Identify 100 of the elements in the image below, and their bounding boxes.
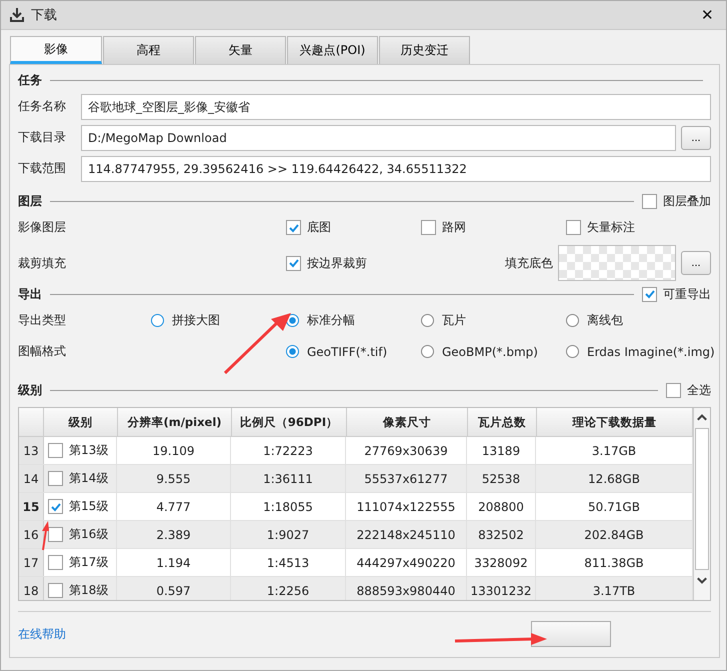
table-cell: 0.597 [117, 577, 231, 600]
checkbox[interactable] [48, 555, 63, 570]
field-label: 下载目录 [18, 129, 67, 146]
checkbox-label: 全选 [687, 382, 711, 398]
checkbox-label: 矢量标注 [587, 219, 635, 236]
radio-button[interactable] [421, 345, 434, 358]
row-header: 18 [19, 577, 44, 600]
checkbox-label: 可重导出 [663, 286, 711, 302]
table-cell: 3328092 [467, 549, 536, 576]
action-button[interactable] [531, 621, 611, 647]
radio-label: 拼接大图 [172, 312, 220, 329]
scrollbar-thumb[interactable] [695, 428, 709, 570]
field-label: 图幅格式 [18, 343, 67, 360]
table-cell: 55537x61277 [346, 465, 467, 492]
table-cell: 1:18055 [231, 493, 346, 520]
column-header[interactable]: 分辨率(m/pixel) [118, 408, 232, 436]
table-cell: 第16级 [69, 526, 108, 543]
row-header: 16 [19, 521, 44, 548]
row-header: 17 [19, 549, 44, 576]
table-cell: 1:9027 [231, 521, 346, 548]
checkbox[interactable] [48, 527, 63, 542]
checkbox[interactable] [286, 220, 301, 235]
help-link[interactable]: 在线帮助 [18, 626, 66, 642]
browse-button[interactable]: ... [681, 251, 711, 275]
checkbox[interactable] [421, 220, 436, 235]
input-field[interactable]: 谷歌地球_空图层_影像_安徽省 [81, 94, 711, 120]
window-title: 下载 [31, 7, 57, 24]
table-cell: 19.109 [117, 437, 231, 464]
table-cell: 1:4513 [231, 549, 346, 576]
row-header: 13 [19, 437, 44, 464]
field-label: 任务名称 [18, 98, 67, 115]
annotation-arrow [41, 521, 49, 551]
radio-label: GeoTIFF(*.tif) [307, 344, 388, 358]
column-header[interactable]: 瓦片总数 [468, 408, 537, 436]
table-cell: 222148x245110 [346, 521, 467, 548]
tab[interactable]: 影像 [10, 36, 102, 64]
checkbox[interactable] [48, 443, 63, 458]
checkbox-label: 底图 [307, 219, 331, 236]
field-label: 影像图层 [18, 219, 67, 236]
table-cell: 9.555 [117, 465, 231, 492]
table-cell: 1.194 [117, 549, 231, 576]
radio-button[interactable] [286, 345, 299, 358]
section-heading: 导出 [18, 286, 42, 302]
table-cell: 27769x30639 [346, 437, 467, 464]
field-label: 下载范围 [18, 160, 67, 177]
close-button[interactable]: ✕ [697, 6, 718, 24]
table-cell: 1:72223 [231, 437, 346, 464]
scrollbar[interactable] [693, 408, 710, 600]
input-field[interactable]: D:/MegoMap Download [81, 124, 676, 150]
table-cell: 444297x490220 [346, 549, 467, 576]
table-cell: 13189 [467, 437, 536, 464]
checkbox[interactable] [48, 499, 63, 514]
checkbox[interactable] [642, 286, 657, 302]
table-cell: 208800 [467, 493, 536, 520]
input-field[interactable]: 114.87747955, 29.39562416 >> 119.64426422, 34.65511322 [81, 156, 711, 182]
checkbox[interactable] [48, 471, 63, 486]
radio-label: GeoBMP(*.bmp) [442, 344, 538, 358]
field-label: 填充底色 [505, 254, 553, 272]
download-icon [9, 7, 25, 23]
row-header: 15 [19, 493, 44, 520]
row-header: 14 [19, 465, 44, 492]
checkbox-label: 路网 [442, 219, 466, 236]
table-cell: 13301232 [467, 577, 536, 600]
table-cell: 第13级 [69, 442, 108, 459]
radio-label: 离线包 [587, 312, 623, 329]
table-cell: 第14级 [69, 470, 108, 487]
table-cell: 1:2256 [231, 577, 346, 600]
radio-label: 标准分幅 [307, 312, 355, 329]
table-cell: 832502 [467, 521, 536, 548]
radio-button[interactable] [566, 345, 579, 358]
table-cell: 1:36111 [231, 465, 346, 492]
tab[interactable]: 历史变迁 [379, 36, 470, 64]
checkbox[interactable] [566, 220, 581, 235]
tab[interactable]: 高程 [103, 36, 194, 64]
color-swatch[interactable] [558, 245, 676, 281]
table-cell: 2.389 [117, 521, 231, 548]
radio-label: 瓦片 [442, 312, 466, 329]
checkbox[interactable] [666, 382, 681, 398]
table-cell: 52538 [467, 465, 536, 492]
column-header[interactable]: 像素尺寸 [347, 408, 468, 436]
section-heading: 级别 [18, 382, 42, 398]
column-header[interactable]: 比例尺（96DPI） [232, 408, 347, 436]
field-label: 导出类型 [18, 312, 67, 329]
checkbox[interactable] [286, 256, 301, 270]
section-heading: 图层 [18, 192, 42, 210]
table-cell: 第17级 [69, 554, 108, 571]
table-cell: 第18级 [69, 582, 108, 599]
annotation-arrow [223, 311, 293, 375]
radio-button[interactable] [151, 314, 164, 327]
column-header[interactable]: 级别 [44, 408, 118, 436]
checkbox-label: 按边界裁剪 [307, 254, 367, 272]
checkbox[interactable] [642, 194, 657, 208]
table-cell: 4.777 [117, 493, 231, 520]
tab[interactable]: 兴趣点(POI) [287, 36, 378, 64]
tab[interactable]: 矢量 [195, 36, 286, 64]
browse-button[interactable]: ... [681, 126, 711, 150]
checkbox[interactable] [48, 583, 63, 598]
radio-button[interactable] [421, 314, 434, 327]
radio-button[interactable] [566, 314, 579, 327]
table-cell: 888593x980440 [346, 577, 467, 600]
